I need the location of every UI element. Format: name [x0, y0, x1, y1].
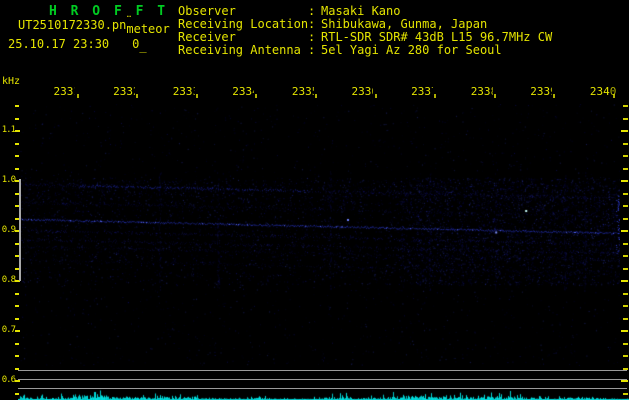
time-tick-mark [255, 94, 258, 98]
freq-tick-left [15, 318, 19, 320]
freq-tick-right [623, 243, 628, 245]
time-tick-mark [612, 94, 615, 98]
cursor: _ [139, 39, 147, 53]
freq-unit-label: kHz [2, 76, 21, 87]
level-gridline-2 [18, 379, 627, 380]
observation-label: ¨ meteor [125, 14, 170, 36]
freq-tick-left [15, 155, 19, 157]
freq-tick-label: 0.9 [1, 225, 16, 235]
freq-tick-right [621, 180, 628, 182]
freq-tick-right [621, 330, 628, 332]
time-tick-label: 2335 [291, 85, 314, 98]
freq-tick-right [623, 318, 628, 320]
info-label: Receiving Antenna [178, 43, 301, 57]
freq-tick-right [623, 143, 628, 145]
level-plot-canvas [18, 389, 629, 400]
freq-tick-right [623, 155, 628, 157]
time-tick-mark [434, 94, 437, 98]
freq-tick-left [15, 143, 19, 145]
filename-line: UT2510172330.pn ¨ meteor [18, 14, 170, 36]
time-tick-mark [136, 94, 139, 98]
info-value: 5el Yagi Az 280 for Seoul [321, 43, 502, 57]
freq-tick-left [15, 293, 19, 295]
freq-tick-label: 1.1 [1, 125, 16, 135]
time-tick-label: 2339 [530, 85, 552, 98]
info-value: RTL-SDR SDR# 43dB L15 96.7MHz CW [321, 30, 553, 44]
freq-tick-left [15, 305, 19, 307]
freq-tick-right [623, 268, 628, 270]
app-title: H R O F F T [49, 4, 169, 19]
time-tick-label: 2334 [232, 85, 254, 98]
freq-tick-right [623, 218, 628, 220]
freq-tick-right [623, 105, 628, 107]
freq-tick-label: 0.7 [1, 325, 16, 335]
freq-tick-left [15, 393, 19, 395]
time-tick-mark [76, 94, 79, 98]
freq-tick-right [621, 230, 628, 232]
freq-tick-left [15, 330, 20, 332]
freq-tick-label: 0.8 [1, 275, 16, 285]
freq-tick-left [15, 118, 19, 120]
freq-tick-right [623, 355, 628, 357]
freq-tick-right [623, 205, 628, 207]
time-tick-mark [374, 94, 377, 98]
spectrogram-canvas [20, 104, 620, 366]
time-tick-mark [493, 94, 496, 98]
freq-tick-left [15, 343, 19, 345]
freq-tick-right [623, 305, 628, 307]
time-tick-label: 2338 [470, 85, 493, 98]
info-row-antenna: Receiving Antenna:5el Yagi Az 280 for Se… [178, 44, 552, 57]
time-tick-mark [195, 94, 198, 98]
freq-tick-right [621, 130, 628, 132]
info-value: Shibukawa, Gunma, Japan [321, 17, 488, 31]
hrofft-screen: H R O F F T UT2510172330.pn ¨ meteor 25.10… [0, 0, 629, 400]
freq-tick-label: 1.0 [1, 175, 16, 185]
freq-tick-left [15, 168, 19, 170]
freq-tick-right [623, 168, 628, 170]
freq-tick-right [623, 193, 628, 195]
freq-tick-right [623, 118, 628, 120]
freq-tick-right [623, 255, 628, 257]
freq-tick-left [15, 130, 20, 132]
freq-tick-right [623, 343, 628, 345]
time-tick-label: 2336 [351, 85, 374, 98]
info-value: Masaki Kano [321, 4, 401, 18]
level-gridline-3 [18, 388, 627, 389]
band-marker-line [19, 179, 21, 281]
time-tick-label: 2337 [411, 85, 433, 98]
freq-tick-right [623, 293, 628, 295]
time-tick-label: 2332 [113, 85, 135, 98]
datetime: 25.10.17 23:30 [8, 37, 110, 51]
station-info: Observer: Masaki Kano Receiving Location:… [178, 5, 552, 57]
time-tick-label: 2331 [53, 85, 76, 98]
freq-tick-left [15, 355, 19, 357]
time-tick-label: 2333 [172, 85, 195, 98]
time-tick-mark [553, 94, 556, 98]
time-tick-mark [314, 94, 317, 98]
freq-tick-left [15, 380, 20, 382]
datetime-line: 25.10.17 23:30 0_ [8, 37, 147, 53]
level-gridline-1 [18, 370, 627, 371]
freq-tick-label: 0.6 [1, 375, 16, 385]
info-separator: : [308, 43, 316, 57]
freq-tick-right [623, 393, 628, 395]
filename-overwrite-marks: ¨ [125, 14, 133, 28]
filename: UT2510172330.pn [18, 18, 127, 32]
freq-tick-right [621, 380, 628, 382]
freq-tick-right [621, 280, 628, 282]
freq-tick-left [15, 105, 19, 107]
